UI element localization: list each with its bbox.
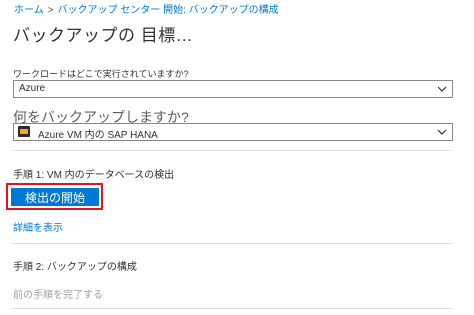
breadcrumb-home-link[interactable]: ホーム [14,5,44,16]
backup-target-dropdown[interactable]: Azure VM 内の SAP HANA [13,123,453,141]
backup-target-dropdown-value: Azure VM 内の SAP HANA [38,130,158,141]
workload-label: ワークロードはどこで実行されていますか? [13,69,189,79]
step2-label: 手順 2: バックアップの構成 [13,262,137,273]
workload-dropdown[interactable]: Azure [13,80,453,98]
chevron-down-icon [437,129,447,135]
step2-disabled-text: 前の手順を完了する [13,290,103,301]
start-discovery-button[interactable]: 検出の開始 [11,188,99,206]
divider [13,243,451,244]
view-details-link[interactable]: 詳細を表示 [13,219,63,234]
breadcrumb-separator: > [47,5,54,16]
page-title: バックアップの 目標… [13,26,194,45]
divider [13,308,451,309]
chevron-down-icon [437,86,447,92]
breadcrumb: ホーム > バックアップ センター 開始: バックアップの構成 [14,1,279,16]
workload-dropdown-value: Azure [19,83,46,94]
divider [13,150,451,151]
step1-label: 手順 1: VM 内のデータベースの検出 [13,170,175,181]
sap-hana-icon [18,126,30,137]
breadcrumb-current-link[interactable]: バックアップ センター 開始: バックアップの構成 [58,5,279,16]
